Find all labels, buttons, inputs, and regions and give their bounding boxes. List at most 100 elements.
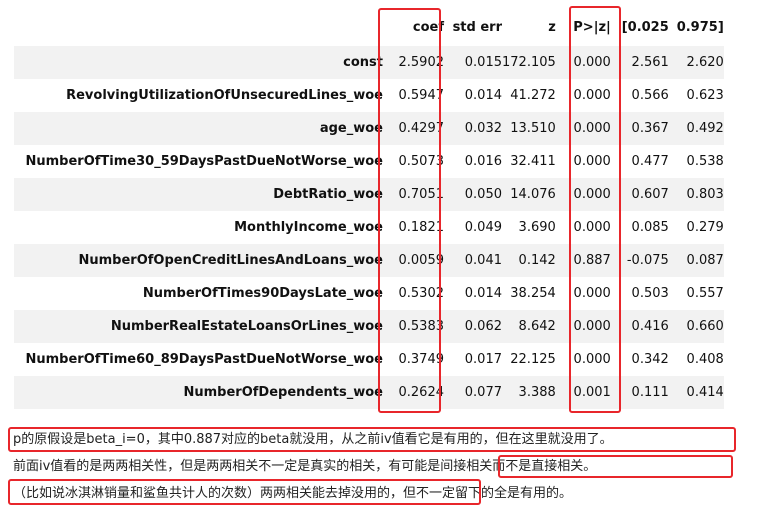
table-row: NumberOfTime30_59DaysPastDueNotWorse_woe… <box>14 145 724 178</box>
cell-std-err: 0.032 <box>464 120 502 136</box>
cell-z: 14.076 <box>510 186 556 202</box>
cell-std-err: 0.041 <box>464 252 502 268</box>
cell-ci-lower: 0.367 <box>631 120 669 136</box>
row-label: DebtRatio_woe <box>273 186 383 202</box>
row-label: age_woe <box>319 120 383 136</box>
table-row: NumberOfTime60_89DaysPastDueNotWorse_woe… <box>14 343 724 376</box>
header-cell-coef: coef <box>392 10 446 46</box>
cell-ci-lower: 2.561 <box>631 54 669 70</box>
cell-coef: 2.5902 <box>398 54 445 70</box>
row-label: NumberOfTimes90DaysLate_woe <box>142 285 383 301</box>
row-label: NumberOfOpenCreditLinesAndLoans_woe <box>78 252 383 268</box>
cell-std-err: 0.016 <box>464 153 502 169</box>
cell-coef: 0.3749 <box>398 351 445 367</box>
cell-p-value: 0.001 <box>573 384 611 400</box>
cell-std-err: 0.049 <box>464 219 502 235</box>
cell-ci-lower: 0.503 <box>631 285 669 301</box>
cell-std-err: 0.077 <box>464 384 502 400</box>
cell-z: 0.142 <box>518 252 556 268</box>
cell-ci-lower: 0.566 <box>631 87 669 103</box>
cell-p-value: 0.000 <box>573 87 611 103</box>
cell-ci-lower: 0.085 <box>631 219 669 235</box>
cell-p-value: 0.000 <box>573 285 611 301</box>
table-row: const 2.5902 0.015 172.105 0.000 2.561 2.620 <box>14 46 724 79</box>
cell-coef: 0.5073 <box>398 153 445 169</box>
cell-p-value: 0.000 <box>573 186 611 202</box>
cell-z: 172.105 <box>502 54 556 70</box>
cell-z: 22.125 <box>510 351 556 367</box>
table-row: MonthlyIncome_woe 0.1821 0.049 3.690 0.000 0.… <box>14 211 724 244</box>
table-row: DebtRatio_woe 0.7051 0.050 14.076 0.000 0.607… <box>14 178 724 211</box>
note-line-1: p的原假设是beta_i=0，其中0.887对应的beta就没用，从之前iv值看… <box>13 432 613 447</box>
table-row: NumberOfOpenCreditLinesAndLoans_woe 0.005… <box>14 244 724 277</box>
cell-std-err: 0.015 <box>464 54 502 70</box>
cell-ci-lower: 0.607 <box>631 186 669 202</box>
cell-std-err: 0.014 <box>464 285 502 301</box>
cell-ci-lower: 0.342 <box>631 351 669 367</box>
cell-p-value: 0.000 <box>573 54 611 70</box>
cell-std-err: 0.017 <box>464 351 502 367</box>
header-cell-p-value: P>|z| <box>555 10 614 46</box>
cell-p-value: 0.000 <box>573 351 611 367</box>
table-row: RevolvingUtilizationOfUnsecuredLines_woe… <box>14 79 724 112</box>
header-cell-std-err: std err <box>446 10 502 46</box>
cell-std-err: 0.050 <box>464 186 502 202</box>
cell-z: 8.642 <box>518 318 556 334</box>
row-label: NumberOfDependents_woe <box>183 384 384 400</box>
cell-p-value: 0.000 <box>573 153 611 169</box>
cell-p-value: 0.000 <box>573 120 611 136</box>
cell-z: 3.690 <box>518 219 556 235</box>
header-cell-index <box>14 10 392 46</box>
note-line-2: 前面iv值看的是两两相关性，但是两两相关不一定是真实的相关，有可能是间接相关而不… <box>13 459 597 474</box>
row-label: RevolvingUtilizationOfUnsecuredLines_woe <box>66 87 383 103</box>
regression-summary-table: coef std err z P>|z| [0.025 0.975] const… <box>14 10 724 409</box>
cell-coef: 0.4297 <box>398 120 445 136</box>
cell-ci-upper: 0.414 <box>686 384 724 400</box>
table-row: NumberRealEstateLoansOrLines_woe 0.5383 0.… <box>14 310 724 343</box>
cell-p-value: 0.000 <box>573 219 611 235</box>
note-line-3: （比如说冰淇淋销量和鲨鱼共计人的次数）两两相关能去掉没用的，但不一定留下的全是有… <box>13 486 573 501</box>
cell-z: 13.510 <box>510 120 556 136</box>
cell-ci-lower: -0.075 <box>626 252 669 268</box>
cell-ci-upper: 0.408 <box>686 351 724 367</box>
cell-coef: 0.5302 <box>398 285 445 301</box>
cell-ci-lower: 0.477 <box>631 153 669 169</box>
row-label: NumberRealEstateLoansOrLines_woe <box>110 318 383 334</box>
cell-p-value: 0.000 <box>573 318 611 334</box>
cell-z: 41.272 <box>510 87 556 103</box>
cell-ci-upper: 0.557 <box>686 285 724 301</box>
header-cell-ci-lower: [0.025 <box>613 10 669 46</box>
cell-ci-upper: 0.279 <box>686 219 724 235</box>
cell-ci-upper: 0.492 <box>686 120 724 136</box>
cell-z: 32.411 <box>510 153 556 169</box>
row-label: NumberOfTime30_59DaysPastDueNotWorse_woe <box>25 153 384 169</box>
cell-coef: 0.7051 <box>398 186 445 202</box>
row-label: const <box>343 54 383 70</box>
table-row: NumberOfTimes90DaysLate_woe 0.5302 0.014 38… <box>14 277 724 310</box>
cell-coef: 0.2624 <box>398 384 445 400</box>
cell-ci-upper: 0.538 <box>686 153 724 169</box>
cell-ci-upper: 0.660 <box>686 318 724 334</box>
cell-z: 38.254 <box>510 285 556 301</box>
cell-ci-lower: 0.416 <box>631 318 669 334</box>
cell-std-err: 0.062 <box>464 318 502 334</box>
table-row: age_woe 0.4297 0.032 13.510 0.000 0.367 0.492 <box>14 112 724 145</box>
cell-std-err: 0.014 <box>464 87 502 103</box>
table-header-row: coef std err z P>|z| [0.025 0.975] <box>14 10 724 46</box>
cell-ci-upper: 2.620 <box>686 54 724 70</box>
cell-coef: 0.1821 <box>398 219 445 235</box>
table-row: NumberOfDependents_woe 0.2624 0.077 3.388 0.… <box>14 376 724 409</box>
row-label: MonthlyIncome_woe <box>234 219 383 235</box>
cell-coef: 0.5947 <box>398 87 445 103</box>
cell-ci-upper: 0.087 <box>686 252 724 268</box>
cell-ci-lower: 0.111 <box>631 384 669 400</box>
cell-z: 3.388 <box>518 384 556 400</box>
cell-coef: 0.0059 <box>398 252 445 268</box>
header-cell-ci-upper: 0.975] <box>668 10 724 46</box>
cell-coef: 0.5383 <box>398 318 445 334</box>
header-cell-z: z <box>502 10 556 46</box>
cell-ci-upper: 0.623 <box>686 87 724 103</box>
cell-p-value: 0.887 <box>573 252 611 268</box>
row-label: NumberOfTime60_89DaysPastDueNotWorse_woe <box>25 351 384 367</box>
cell-ci-upper: 0.803 <box>686 186 724 202</box>
